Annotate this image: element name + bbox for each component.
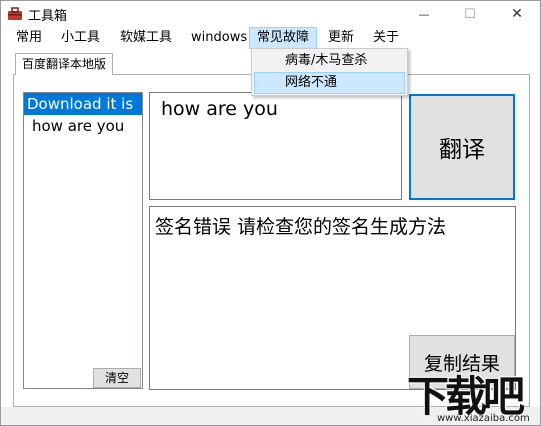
- app-window: 工具箱 — ☐ ✕ 常用 小工具 软媒工具 windows 常见故障 更新 关于…: [0, 0, 541, 426]
- list-item[interactable]: Download it is: [24, 93, 142, 115]
- watermark-url: www.xiazaiba.com: [437, 413, 530, 424]
- menu-ruanmei-tools[interactable]: 软媒工具: [113, 27, 179, 49]
- title-bar[interactable]: 工具箱 — ☐ ✕: [1, 1, 540, 27]
- faults-dropdown-menu: 病毒/木马查杀 网络不通: [251, 48, 408, 96]
- menu-about[interactable]: 关于: [366, 27, 406, 49]
- menu-windows[interactable]: windows: [184, 27, 254, 49]
- tab-baidu-translate[interactable]: 百度翻译本地版: [15, 53, 114, 75]
- maximize-icon: ☐: [464, 6, 476, 22]
- menu-common[interactable]: 常用: [9, 27, 49, 49]
- site-watermark: 下载吧 www.xiazaiba.com: [401, 363, 541, 426]
- menu-item-virus-scan[interactable]: 病毒/木马查杀: [254, 50, 405, 72]
- menu-bar: 常用 小工具 软媒工具 windows 常见故障 更新 关于: [1, 27, 540, 49]
- maximize-button[interactable]: ☐: [447, 1, 493, 27]
- toolbox-icon: [7, 7, 23, 21]
- close-button[interactable]: ✕: [494, 1, 540, 27]
- translate-button[interactable]: 翻译: [409, 94, 515, 200]
- minimize-button[interactable]: —: [401, 1, 447, 27]
- close-icon: ✕: [511, 6, 523, 22]
- minimize-icon: —: [418, 7, 430, 21]
- source-text-input[interactable]: how are you: [149, 92, 402, 200]
- menu-item-network-down[interactable]: 网络不通: [254, 72, 405, 94]
- clear-button[interactable]: 清空: [93, 368, 141, 388]
- menu-common-faults[interactable]: 常见故障: [249, 27, 318, 49]
- menu-small-tools[interactable]: 小工具: [54, 27, 107, 49]
- list-item[interactable]: how are you: [24, 115, 142, 137]
- menu-update[interactable]: 更新: [321, 27, 361, 49]
- window-title: 工具箱: [28, 9, 68, 24]
- history-list[interactable]: Download it is how are you: [23, 92, 143, 389]
